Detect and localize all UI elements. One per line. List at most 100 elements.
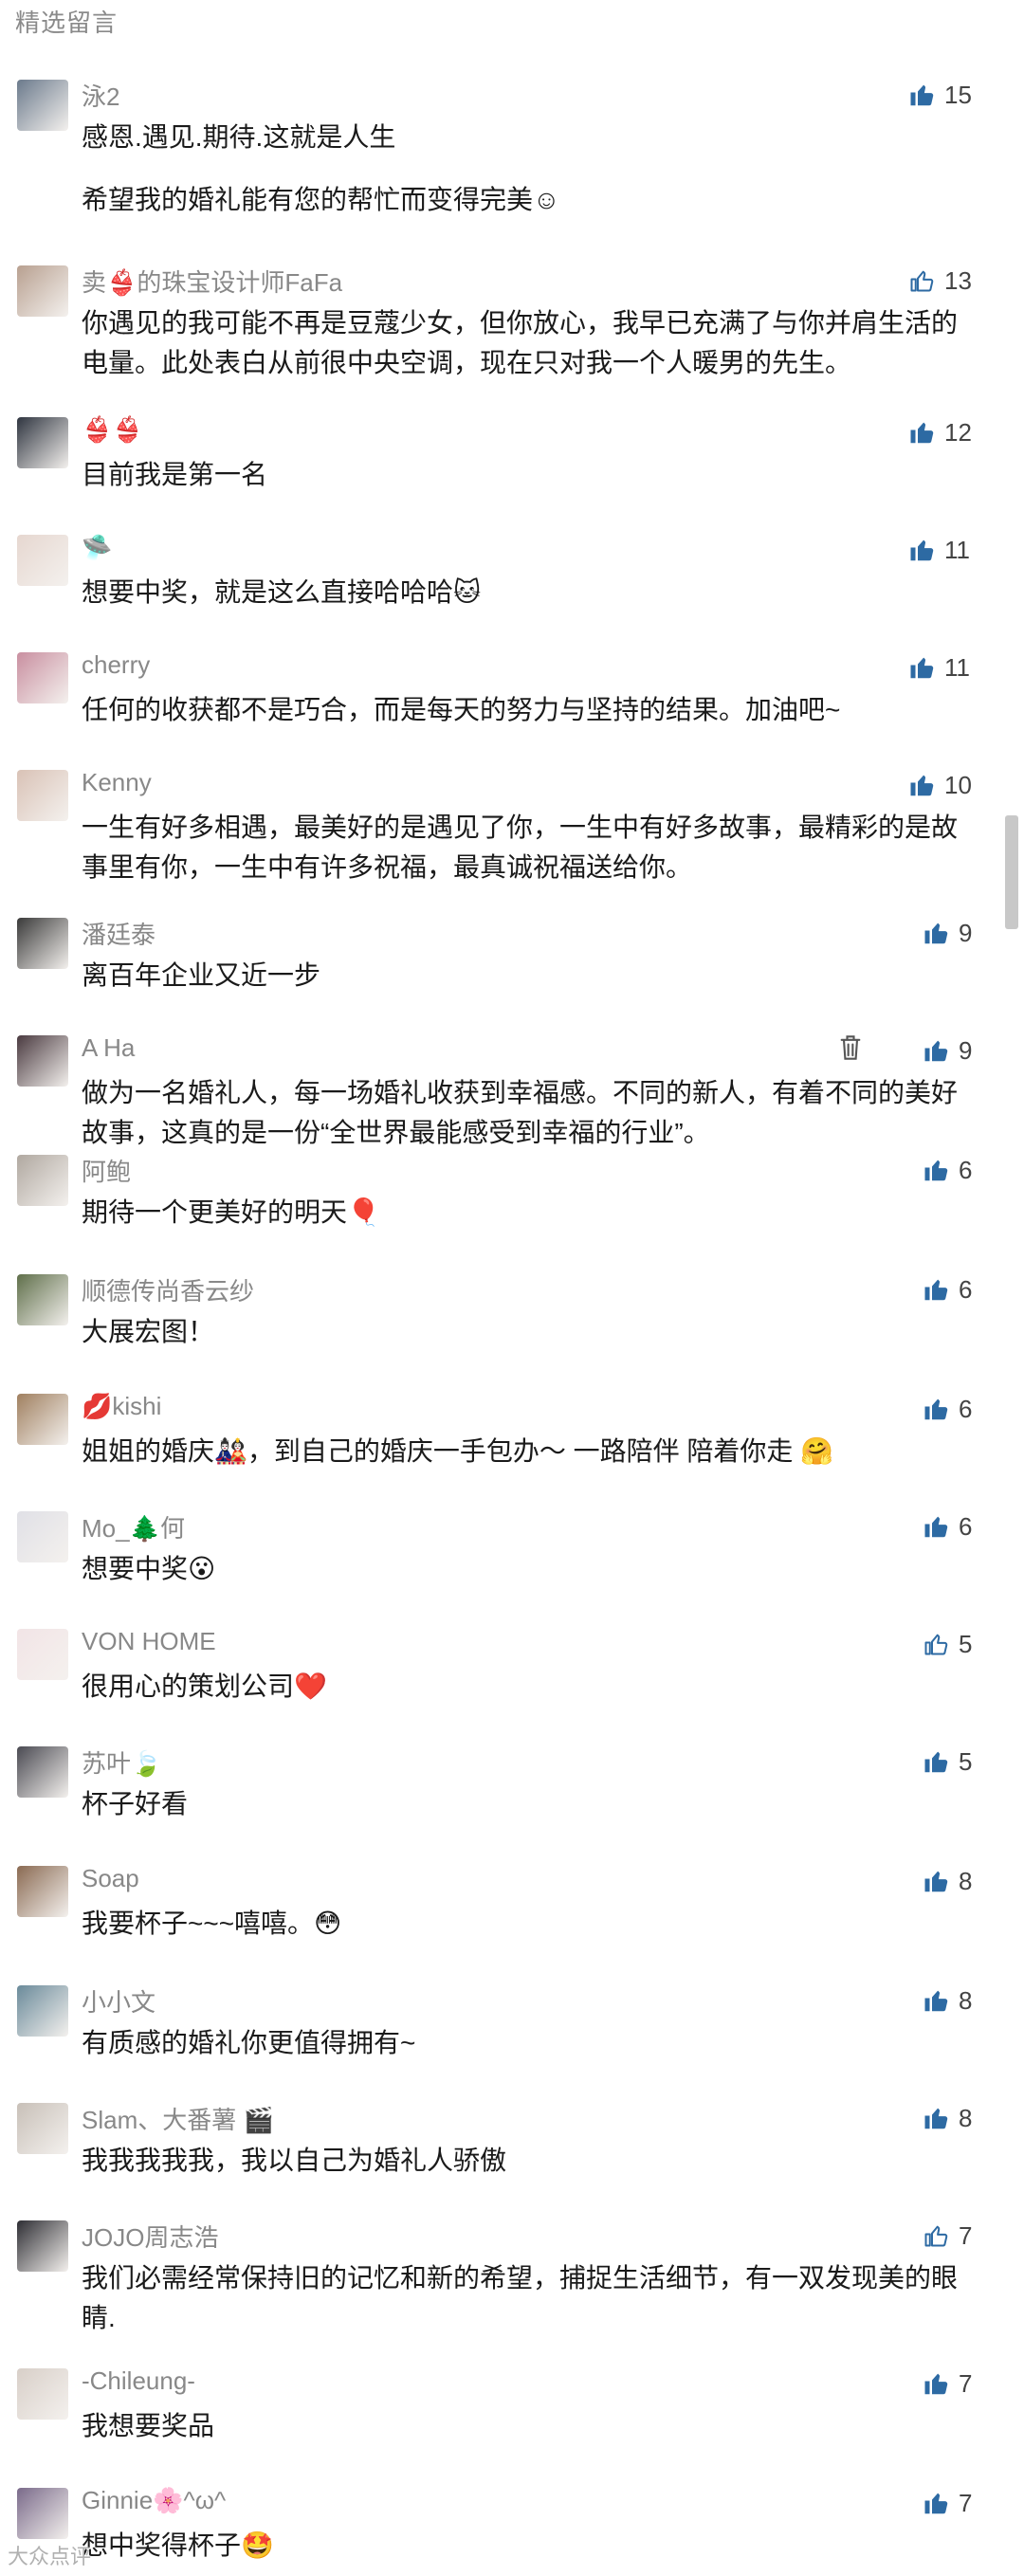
commenter-name: 🛸: [82, 533, 113, 561]
like-button[interactable]: 10: [908, 766, 972, 804]
comment-paragraph: 有质感的婚礼你更值得拥有~: [82, 2028, 416, 2057]
thumbs-up-icon: [908, 653, 937, 682]
avatar[interactable]: [17, 2488, 68, 2539]
comment-text: 有质感的婚礼你更值得拥有~: [82, 2023, 973, 2063]
like-button[interactable]: 13: [908, 262, 972, 300]
comment-paragraph: 任何的收获都不是巧合，而是每天的努力与坚持的结果。加油吧~: [82, 695, 841, 724]
thumbs-up-icon: [923, 919, 951, 947]
avatar[interactable]: [17, 1035, 68, 1087]
like-button[interactable]: 6: [923, 1151, 972, 1189]
watermark: 大众点评: [8, 2545, 92, 2568]
comment-text: 你遇见的我可能不再是豆蔻少女，但你放心，我早已充满了与你并肩生活的电量。此处表白…: [82, 303, 973, 383]
comment-text: 想要中奖，就是这么直接哈哈哈🐱: [82, 573, 973, 612]
commenter-name: 苏叶🍃: [82, 1749, 162, 1778]
commenter-name: 潘廷泰: [82, 921, 156, 949]
like-button[interactable]: 6: [923, 1270, 972, 1308]
like-count: 8: [959, 1866, 973, 1895]
avatar[interactable]: [17, 80, 68, 131]
avatar[interactable]: [17, 1746, 68, 1798]
commenter-name: Kenny: [82, 768, 152, 796]
comment-paragraph: 我想要奖品: [82, 2411, 215, 2440]
like-button[interactable]: 7: [923, 2217, 972, 2255]
commenter-name: Soap: [82, 1864, 139, 1892]
avatar[interactable]: [17, 1985, 68, 2037]
like-button[interactable]: 5: [923, 1625, 972, 1663]
comment-paragraph: 我们必需经常保持旧的记忆和新的希望，捕捉生活细节，有一双发现美的眼睛.: [82, 2263, 959, 2332]
like-button[interactable]: 6: [923, 1390, 972, 1428]
thumbs-up-icon: [923, 1512, 951, 1541]
comment-paragraph: 想要中奖，就是这么直接哈哈哈🐱: [82, 577, 482, 607]
comment-text: 大展宏图！: [82, 1312, 973, 1352]
avatar[interactable]: [17, 1629, 68, 1680]
thumbs-up-icon: [908, 418, 937, 447]
like-button[interactable]: 11: [908, 649, 970, 686]
like-button[interactable]: 7: [923, 2365, 972, 2402]
avatar[interactable]: [17, 1155, 68, 1206]
like-button[interactable]: 8: [923, 1982, 972, 2019]
avatar[interactable]: [17, 417, 68, 468]
comment-paragraph: 希望我的婚礼能有您的帮忙而变得完美☺: [82, 185, 560, 214]
like-button[interactable]: 8: [923, 2099, 972, 2137]
thumbs-up-icon: [923, 2369, 951, 2398]
like-count: 7: [959, 2368, 973, 2398]
like-count: 15: [944, 80, 972, 109]
like-count: 10: [944, 770, 972, 799]
like-button[interactable]: 12: [908, 413, 972, 451]
comment-paragraph: 目前我是第一名: [82, 460, 268, 489]
like-count: 8: [959, 2103, 973, 2132]
comment-paragraph: 我我我我我，我以自己为婚礼人骄傲: [82, 2146, 507, 2175]
avatar[interactable]: [17, 265, 68, 317]
avatar[interactable]: [17, 2220, 68, 2272]
comment-paragraph: 感恩.遇见.期待.这就是人生: [82, 122, 396, 152]
like-button[interactable]: 15: [908, 76, 972, 114]
like-button[interactable]: 9: [923, 914, 972, 952]
thumbs-up-icon: [923, 1867, 951, 1895]
like-button[interactable]: 5: [923, 1743, 972, 1781]
thumbs-up-icon: [923, 1747, 951, 1776]
thumbs-up-icon: [923, 1156, 951, 1184]
like-button[interactable]: 9: [923, 1032, 972, 1069]
comment-text: 任何的收获都不是巧合，而是每天的努力与坚持的结果。加油吧~: [82, 690, 973, 730]
like-count: 6: [959, 1274, 973, 1304]
like-count: 11: [944, 652, 970, 682]
like-count: 5: [959, 1746, 973, 1776]
comment-paragraph: 想要中奖😮: [82, 1554, 216, 1583]
avatar[interactable]: [17, 2103, 68, 2154]
comment-text: 我想要奖品: [82, 2406, 973, 2446]
thumbs-up-icon: [908, 266, 937, 295]
commenter-name: Slam、大番薯 🎬: [82, 2106, 274, 2134]
avatar[interactable]: [17, 2368, 68, 2420]
like-count: 11: [944, 535, 970, 564]
scrollbar[interactable]: [1005, 815, 1018, 929]
comment-text: 想要中奖😮: [82, 1549, 973, 1589]
like-count: 12: [944, 417, 972, 447]
avatar[interactable]: [17, 652, 68, 703]
like-button[interactable]: 7: [923, 2484, 972, 2522]
like-count: 6: [959, 1394, 973, 1423]
thumbs-up-icon: [908, 771, 937, 799]
comment-text: 杯子好看: [82, 1784, 973, 1824]
avatar[interactable]: [17, 770, 68, 821]
thumbs-up-icon: [908, 536, 937, 564]
delete-icon[interactable]: [837, 1032, 869, 1069]
avatar[interactable]: [17, 1394, 68, 1445]
like-button[interactable]: 11: [908, 531, 970, 569]
commenter-name: 卖👙的珠宝设计师FaFa: [82, 268, 343, 297]
thumbs-up-icon: [923, 1275, 951, 1304]
comment-paragraph: 想中奖得杯子🤩: [82, 2530, 274, 2560]
comment-text: 我我我我我，我以自己为婚礼人骄傲: [82, 2141, 973, 2181]
commenter-name: Mo_🌲何: [82, 1514, 185, 1543]
avatar[interactable]: [17, 1511, 68, 1562]
avatar[interactable]: [17, 535, 68, 586]
like-button[interactable]: 8: [923, 1862, 972, 1900]
section-title: 精选留言: [15, 9, 119, 37]
comment-paragraph: 大展宏图！: [82, 1317, 215, 1346]
avatar[interactable]: [17, 1866, 68, 1917]
commenter-name: VON HOME: [82, 1627, 216, 1655]
avatar[interactable]: [17, 1274, 68, 1325]
commenter-name: A Ha: [82, 1033, 136, 1062]
like-button[interactable]: 6: [923, 1507, 972, 1545]
comment-text: 我们必需经常保持旧的记忆和新的希望，捕捉生活细节，有一双发现美的眼睛.: [82, 2258, 973, 2338]
avatar[interactable]: [17, 918, 68, 969]
comment-text: 我要杯子~~~嘻嘻。😳: [82, 1904, 973, 1944]
